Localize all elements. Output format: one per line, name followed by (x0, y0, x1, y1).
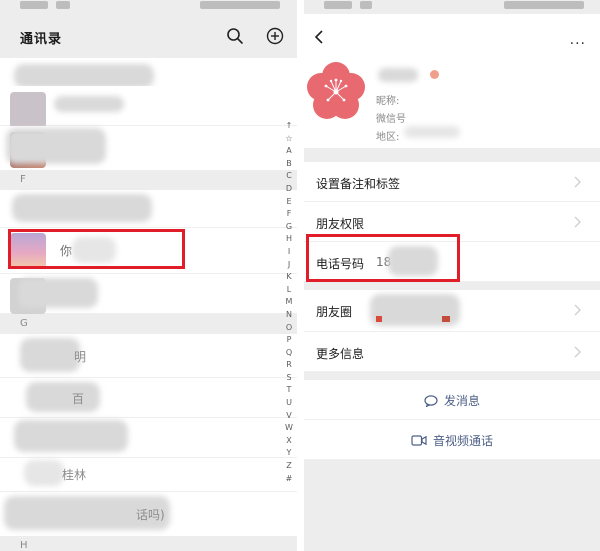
index-letter[interactable]: J (281, 259, 297, 272)
contact-name: 话吗) (136, 508, 165, 522)
video-camera-icon (411, 435, 427, 446)
index-letter[interactable]: ☆ (281, 133, 297, 146)
contact-row[interactable] (0, 274, 297, 314)
contact-row[interactable] (0, 86, 297, 128)
highlight-frame (8, 229, 185, 269)
chat-bubble-icon (424, 394, 438, 407)
remark-tags-cell[interactable]: 设置备注和标签 (304, 162, 600, 202)
chevron-right-icon (574, 304, 581, 316)
index-letter[interactable]: K (281, 271, 297, 284)
avatar (10, 92, 46, 128)
add-icon[interactable] (266, 27, 284, 45)
contact-list: F 你 G 明 百 桂林 话吗) H (0, 58, 297, 551)
index-letter[interactable]: H (281, 233, 297, 246)
index-letter[interactable]: V (281, 410, 297, 423)
contact-name: 百 (72, 392, 85, 406)
index-letter[interactable]: # (281, 473, 297, 486)
video-call-button[interactable]: 音视频通话 (304, 420, 600, 460)
index-letter[interactable]: I (281, 246, 297, 259)
contact-row[interactable] (0, 418, 297, 458)
index-letter[interactable]: C (281, 170, 297, 183)
index-letter[interactable]: T (281, 384, 297, 397)
contact-row[interactable]: 桂林 (0, 458, 297, 492)
gender-icon (430, 70, 439, 79)
index-letter[interactable]: E (281, 196, 297, 209)
index-letter[interactable]: R (281, 359, 297, 372)
wechat-id-label: 微信号 (376, 114, 406, 125)
contact-row[interactable]: 百 (0, 378, 297, 418)
contacts-header: 通讯录 (0, 14, 297, 58)
contacts-screen: 通讯录 F 你 G 明 百 桂林 话吗) H ↑ ☆ A B C D E F G… (0, 0, 297, 551)
chevron-left-icon[interactable] (314, 30, 324, 44)
index-letter[interactable]: W (281, 422, 297, 435)
index-letter[interactable]: F (281, 208, 297, 221)
index-letter[interactable]: Y (281, 447, 297, 460)
index-letter[interactable]: D (281, 183, 297, 196)
moments-cell[interactable]: 朋友圈 (304, 290, 600, 332)
index-letter[interactable]: N (281, 309, 297, 322)
status-bar (0, 0, 297, 14)
index-letter[interactable]: L (281, 284, 297, 297)
contact-name: 明 (74, 350, 87, 364)
status-bar (304, 0, 600, 14)
index-letter[interactable]: B (281, 158, 297, 171)
search-icon[interactable] (226, 27, 244, 45)
contact-row[interactable] (0, 190, 297, 228)
index-letter[interactable]: A (281, 145, 297, 158)
avatar[interactable] (304, 60, 368, 124)
profile-card: ··· 昵称: 微信号 地区: (304, 14, 600, 148)
section-header-h: H (0, 536, 297, 551)
more-button[interactable]: ··· (570, 36, 586, 52)
index-letter[interactable]: X (281, 435, 297, 448)
index-letter[interactable]: S (281, 372, 297, 385)
profile-screen: ··· 昵称: 微信号 地区: 设置备注和标签 朋友权限 电话号码 18 朋友圈… (304, 0, 600, 551)
section-header-f: F (0, 170, 297, 190)
chevron-right-icon (574, 346, 581, 358)
chevron-right-icon (574, 176, 581, 188)
index-letter[interactable]: M (281, 296, 297, 309)
alphabet-index[interactable]: ↑ ☆ A B C D E F G H I J K L M N O P Q R S T U V W X Y Z # (281, 120, 297, 485)
index-letter[interactable]: P (281, 334, 297, 347)
index-letter[interactable]: ↑ (281, 120, 297, 133)
region-label: 地区: (376, 132, 400, 143)
more-info-cell[interactable]: 更多信息 (304, 332, 600, 372)
index-letter[interactable]: U (281, 397, 297, 410)
nickname-label: 昵称: (376, 96, 400, 107)
chevron-right-icon (574, 216, 581, 228)
index-letter[interactable]: O (281, 322, 297, 335)
index-letter[interactable]: Z (281, 460, 297, 473)
contact-row[interactable]: 话吗) (0, 492, 297, 538)
page-title: 通讯录 (20, 32, 63, 47)
section-header-g: G (0, 314, 297, 334)
index-letter[interactable]: Q (281, 347, 297, 360)
send-message-button[interactable]: 发消息 (304, 380, 600, 420)
contact-row[interactable]: 明 (0, 334, 297, 378)
contact-row[interactable] (0, 126, 297, 172)
contact-name: 桂林 (62, 468, 87, 482)
index-letter[interactable]: G (281, 221, 297, 234)
highlight-frame (306, 234, 460, 282)
